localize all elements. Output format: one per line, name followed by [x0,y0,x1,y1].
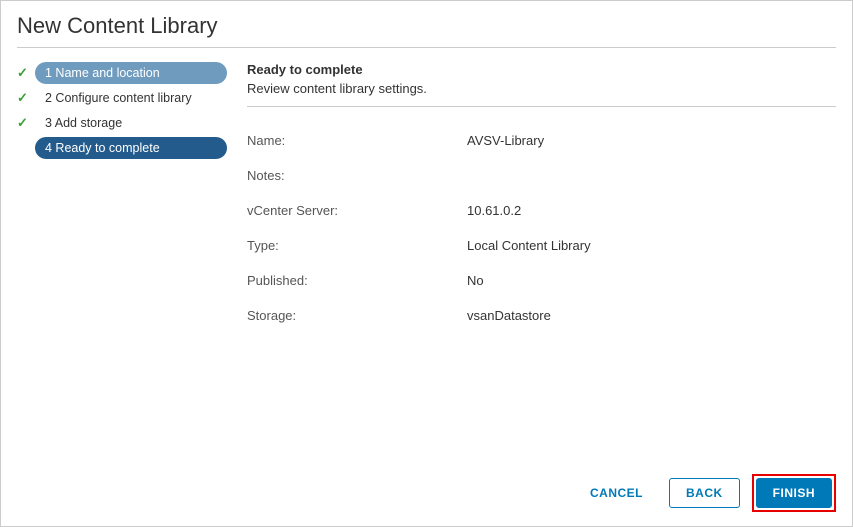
wizard-sidebar: ✓ 1 Name and location ✓ 2 Configure cont… [17,62,227,464]
step-configure-content-library[interactable]: ✓ 2 Configure content library [17,87,227,109]
field-label: Name: [247,133,467,148]
field-label: Published: [247,273,467,288]
field-published: Published: No [247,273,836,288]
field-storage: Storage: vsanDatastore [247,308,836,323]
section-subheading: Review content library settings. [247,81,836,107]
field-label: Type: [247,238,467,253]
wizard-main: Ready to complete Review content library… [227,62,836,464]
back-button[interactable]: BACK [669,478,740,508]
field-label: vCenter Server: [247,203,467,218]
step-name-and-location[interactable]: ✓ 1 Name and location [17,62,227,84]
field-label: Storage: [247,308,467,323]
dialog-body: ✓ 1 Name and location ✓ 2 Configure cont… [17,62,836,464]
field-name: Name: AVSV-Library [247,133,836,148]
wizard-dialog: New Content Library ✓ 1 Name and locatio… [0,0,853,527]
field-vcenter-server: vCenter Server: 10.61.0.2 [247,203,836,218]
finish-button[interactable]: FINISH [756,478,832,508]
field-label: Notes: [247,168,467,183]
field-value: AVSV-Library [467,133,544,148]
step-label: 3 Add storage [35,112,227,134]
wizard-footer: CANCEL BACK FINISH [17,464,836,512]
step-label: 4 Ready to complete [35,137,227,159]
field-type: Type: Local Content Library [247,238,836,253]
highlight-annotation: FINISH [752,474,836,512]
field-value: 10.61.0.2 [467,203,521,218]
step-label: 2 Configure content library [35,87,227,109]
section-heading: Ready to complete [247,62,836,77]
step-label: 1 Name and location [35,62,227,84]
field-value: vsanDatastore [467,308,551,323]
check-icon: ✓ [17,90,31,106]
step-ready-to-complete[interactable]: ✓ 4 Ready to complete [17,137,227,159]
check-icon: ✓ [17,115,31,131]
field-value: No [467,273,484,288]
field-value: Local Content Library [467,238,591,253]
field-notes: Notes: [247,168,836,183]
check-icon: ✓ [17,65,31,81]
step-add-storage[interactable]: ✓ 3 Add storage [17,112,227,134]
cancel-button[interactable]: CANCEL [576,478,657,508]
dialog-title: New Content Library [17,13,836,48]
